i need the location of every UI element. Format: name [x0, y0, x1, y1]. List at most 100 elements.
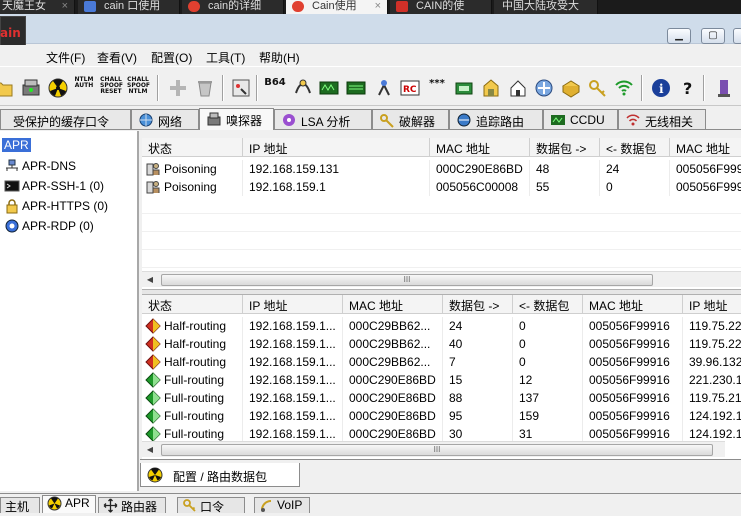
column-header-ip-2[interactable]: IP 地址: [683, 295, 741, 314]
rdp-icon: [4, 218, 20, 234]
top-table-hscrollbar[interactable]: ◀ III: [142, 271, 741, 287]
ntlm-auth-button[interactable]: NTLM AUTH: [73, 77, 95, 99]
column-header-status[interactable]: 状态: [142, 138, 243, 157]
tab-sniffer[interactable]: 嗅探器: [199, 108, 274, 130]
menu-tools[interactable]: 工具(T): [206, 49, 245, 66]
menu-config[interactable]: 配置(O): [151, 49, 192, 66]
browser-tab-2[interactable]: cain 口使用: [78, 0, 180, 14]
access-database-icon[interactable]: [292, 77, 314, 99]
tab-config-routing-packets[interactable]: 配置 / 路由数据包: [140, 463, 300, 487]
browser-tab-close-icon[interactable]: ×: [375, 0, 381, 12]
menu-view[interactable]: 查看(V): [97, 49, 137, 66]
add-icon[interactable]: [167, 77, 189, 99]
home-icon[interactable]: [507, 77, 529, 99]
toolbar: NTLM AUTH CHALL SPOOF RESET CHALL SPOOF …: [0, 66, 741, 106]
table-row[interactable]: Half-routing 192.168.159.1... 000C29BB62..…: [142, 353, 741, 371]
table-row[interactable]: Full-routing 192.168.159.1... 000C290E86BD…: [142, 407, 741, 425]
table-row[interactable]: Half-routing 192.168.159.1... 000C29BB62..…: [142, 335, 741, 353]
chall-spoof-ntlm-button[interactable]: CHALL SPOOF NTLM: [127, 77, 150, 99]
tab-passwords[interactable]: 口令: [177, 497, 245, 514]
menu-file[interactable]: 文件(F): [46, 49, 85, 66]
cell-packets-out: 15: [443, 371, 513, 389]
network-enum-icon[interactable]: [480, 77, 502, 99]
tab-ccdu[interactable]: CCDU: [543, 109, 618, 129]
tab-cached-passwords[interactable]: 受保护的缓存口令: [0, 109, 131, 129]
tab-voip[interactable]: VoIP: [254, 497, 310, 513]
column-header-ip[interactable]: IP 地址: [243, 138, 430, 157]
column-header-packets-in[interactable]: <- 数据包: [600, 138, 670, 157]
cell-packets-in: 0: [513, 353, 583, 371]
bottom-table-hscrollbar[interactable]: ◀ III: [142, 441, 725, 457]
column-header-mac[interactable]: MAC 地址: [343, 295, 443, 314]
column-header-packets-out[interactable]: 数据包 ->: [530, 138, 600, 157]
cell-mac-2: 005056F99916: [583, 371, 683, 389]
tab-cracker[interactable]: 破解器: [372, 109, 449, 129]
test-password-icon[interactable]: [230, 77, 252, 99]
column-header-packets-out[interactable]: 数据包 ->: [443, 295, 513, 314]
open-folder-icon[interactable]: [0, 77, 14, 99]
cell-packets-in: 12: [513, 371, 583, 389]
password-decoder-button[interactable]: ***: [426, 77, 448, 99]
cell-mac-2: 005056F99916: [583, 407, 683, 425]
tab-lsa[interactable]: LSA 分析: [274, 109, 372, 129]
start-sniffer-button[interactable]: [20, 77, 42, 99]
tab-apr[interactable]: APR: [42, 495, 96, 513]
tab-label: 嗅探器: [226, 114, 263, 128]
column-header-ip[interactable]: IP 地址: [243, 295, 343, 314]
key-icon[interactable]: [587, 77, 609, 99]
browser-tab-5[interactable]: CAIN的使: [390, 0, 492, 14]
browser-tab-1[interactable]: 天魔王女 ×: [0, 0, 75, 14]
column-header-mac[interactable]: MAC 地址: [430, 138, 530, 157]
table-row[interactable]: Full-routing 192.168.159.1... 000C290E86BD…: [142, 371, 741, 389]
logo-text: ain: [0, 26, 21, 40]
rc-decoder-icon[interactable]: RC: [399, 77, 421, 99]
routing-table-icon[interactable]: [345, 77, 367, 99]
wireless-icon: [625, 112, 641, 128]
table-row[interactable]: Half-routing 192.168.159.1... 000C29BB62..…: [142, 317, 741, 335]
window-title-bar[interactable]: [0, 14, 741, 44]
table-row[interactable]: Poisoning 192.168.159.131 000C290E86BD 48 24…: [142, 160, 741, 178]
info-icon[interactable]: i: [650, 77, 672, 99]
base64-decoder-button[interactable]: B64: [264, 77, 286, 99]
scroll-left-icon[interactable]: ◀: [142, 442, 158, 458]
chall-spoof-reset-button[interactable]: CHALL SPOOF RESET: [100, 77, 123, 99]
minimize-button[interactable]: ▁: [667, 28, 691, 44]
column-header-mac-2[interactable]: MAC 地址: [583, 295, 683, 314]
browser-tab-close-icon[interactable]: ×: [62, 0, 68, 12]
tab-network[interactable]: 网络: [131, 109, 199, 129]
scroll-left-icon[interactable]: ◀: [142, 272, 158, 288]
remove-icon[interactable]: [194, 77, 216, 99]
table-row[interactable]: Full-routing 192.168.159.1... 000C290E86BD…: [142, 389, 741, 407]
scroll-thumb[interactable]: III: [161, 274, 653, 286]
maximize-button[interactable]: ▢: [701, 28, 725, 44]
browser-tab-3[interactable]: cain的详细: [182, 0, 284, 14]
scroll-thumb[interactable]: III: [161, 444, 713, 456]
minimize-icon: ▁: [675, 30, 683, 41]
browser-tab-6[interactable]: 中国大陆攻受大: [494, 0, 598, 14]
column-header-packets-in[interactable]: <- 数据包: [513, 295, 583, 314]
ccdu-icon: [550, 112, 566, 128]
user-icon[interactable]: [713, 77, 735, 99]
cell-ip: 192.168.159.1: [243, 178, 430, 196]
tab-traceroute[interactable]: 追踪路由: [449, 109, 543, 129]
tab-hosts[interactable]: 主机: [0, 497, 40, 514]
hash-calculator-icon[interactable]: [318, 77, 340, 99]
wireless-scanner-icon[interactable]: [372, 77, 394, 99]
column-header-status[interactable]: 状态: [142, 295, 243, 314]
grid-line: [142, 267, 741, 268]
close-button[interactable]: [733, 28, 741, 44]
tab-wireless[interactable]: 无线相关: [618, 109, 706, 129]
wifi-icon[interactable]: [613, 77, 635, 99]
browser-tab-label: 中国大陆攻受大: [502, 0, 579, 12]
start-apr-button[interactable]: [47, 77, 69, 99]
table-row[interactable]: Poisoning 192.168.159.1 005056C00008 55 0 005…: [142, 178, 741, 196]
box-revealer-icon[interactable]: [560, 77, 582, 99]
tab-routers[interactable]: 路由器: [98, 497, 166, 514]
voip-icon: [259, 498, 274, 513]
help-icon[interactable]: ?: [677, 77, 699, 99]
menu-help[interactable]: 帮助(H): [259, 49, 300, 66]
cisco-config-icon[interactable]: [533, 77, 555, 99]
lsa-secrets-icon[interactable]: [453, 77, 475, 99]
column-header-mac-2[interactable]: MAC 地址: [670, 138, 741, 157]
browser-tab-4-active[interactable]: Cain使用 ×: [286, 0, 388, 14]
